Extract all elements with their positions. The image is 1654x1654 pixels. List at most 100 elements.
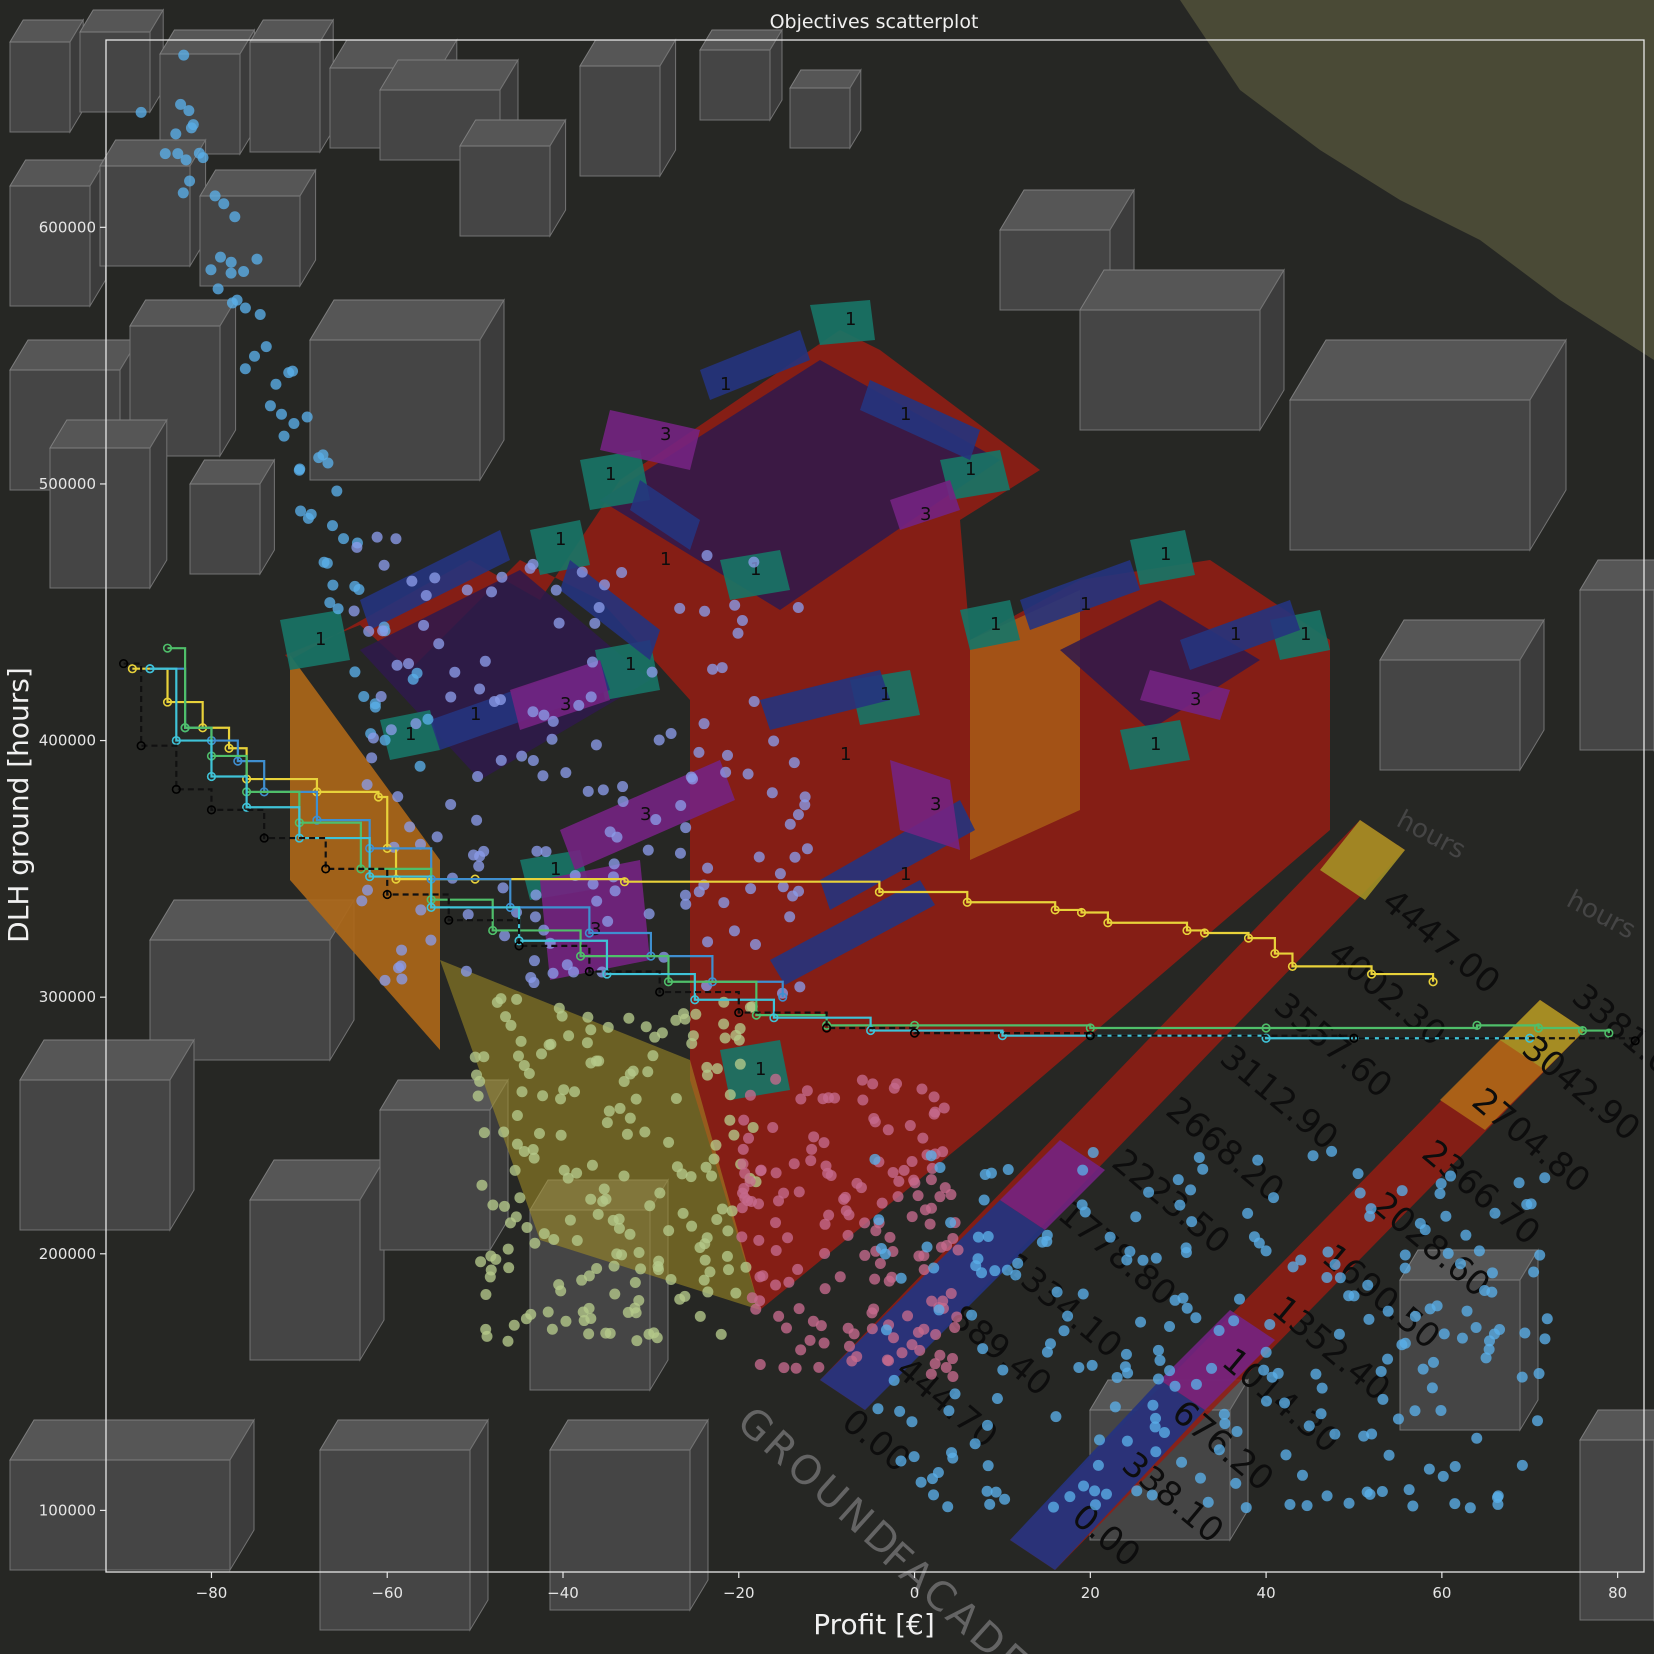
scatter-point <box>396 973 408 985</box>
front-line <box>149 667 784 998</box>
scatter-point <box>701 1061 713 1073</box>
scatter-point <box>720 766 732 778</box>
scatter-point <box>576 1274 588 1286</box>
scatter-point <box>866 1323 878 1335</box>
scatter-point <box>585 691 597 703</box>
scatter-point <box>801 843 813 855</box>
scatter-point <box>933 1304 945 1316</box>
scatter-point <box>1489 1207 1501 1219</box>
scatter-point <box>607 871 619 883</box>
scatter-point <box>1147 1399 1159 1411</box>
scatter-point <box>362 884 374 896</box>
scatter-point <box>904 1120 916 1132</box>
scatter-point <box>449 666 461 678</box>
scatter-point <box>371 531 383 543</box>
scatter-point <box>724 1089 736 1101</box>
scatter-point <box>583 1328 595 1340</box>
scatter-point <box>1197 1163 1209 1175</box>
scatter-point <box>358 691 370 703</box>
front-series-4 <box>118 658 1640 1046</box>
scatter-point <box>603 1105 615 1117</box>
x-tick-label: −40 <box>547 1584 579 1602</box>
scatter-point <box>704 1266 716 1278</box>
scatter-point <box>633 1247 645 1259</box>
scatter-point <box>943 1405 955 1417</box>
scatter-point <box>770 1244 782 1256</box>
scatter-point <box>918 1323 930 1335</box>
scatter-point <box>918 1264 930 1276</box>
scatter-point <box>1438 1328 1450 1340</box>
scatter-point <box>1242 1207 1254 1219</box>
scatter-point <box>1435 1404 1447 1416</box>
scatter-point <box>711 1214 723 1226</box>
scatter-point <box>1164 1365 1176 1377</box>
scatter-point <box>805 1155 817 1167</box>
scatter-point <box>375 691 387 703</box>
scatter-point <box>349 666 361 678</box>
scatter-point <box>390 533 402 545</box>
scatter-point <box>602 1021 614 1033</box>
scatter-point <box>478 1051 490 1063</box>
scatter-point <box>685 771 697 783</box>
scatter-point <box>680 822 692 834</box>
scatter-point <box>1492 1490 1504 1502</box>
scatter-point <box>511 993 523 1005</box>
scatter-point <box>729 599 741 611</box>
scatter-point <box>949 1388 961 1400</box>
scatter-point <box>1193 1152 1205 1164</box>
scatter-point <box>737 1143 749 1155</box>
scatter-point <box>480 1323 492 1335</box>
scatter-point <box>969 1438 981 1450</box>
scatter-point <box>487 1199 499 1211</box>
scatter-point <box>1181 1302 1193 1314</box>
scatter-point <box>1186 1216 1198 1228</box>
scatter-point <box>670 1093 682 1105</box>
scatter-point <box>1329 1428 1341 1440</box>
scatter-point <box>792 1263 804 1275</box>
scatter-point <box>721 749 733 761</box>
scatter-point <box>1092 1459 1104 1471</box>
scatter-point <box>749 938 761 950</box>
scatter-point <box>1354 1187 1366 1199</box>
scatter-point <box>793 885 805 897</box>
scatter-point <box>701 1232 713 1244</box>
scatter-point <box>1131 1485 1143 1497</box>
scatter-point <box>560 1315 572 1327</box>
scatter-point <box>966 1309 978 1321</box>
scatter-point <box>1437 1470 1449 1482</box>
scatter-point <box>719 1032 731 1044</box>
front-line <box>132 667 1435 982</box>
scatter-point <box>743 1132 755 1144</box>
scatter-point <box>1119 1361 1131 1373</box>
scatter-point <box>533 1128 545 1140</box>
scatter-point <box>1382 1353 1394 1365</box>
scatter-point <box>679 1013 691 1025</box>
scatter-point <box>1321 1272 1333 1284</box>
scatter-point <box>1435 1178 1447 1190</box>
scatter-point <box>1137 1254 1149 1266</box>
scatter-point <box>521 1221 533 1233</box>
scatter-point <box>212 283 224 295</box>
front-series-3 <box>145 664 1535 1043</box>
scatter-point <box>511 1138 523 1150</box>
scatter-point <box>820 1160 832 1172</box>
x-tick-label: 0 <box>910 1584 920 1602</box>
scatter-point <box>1252 1154 1264 1166</box>
scatter-point <box>722 1225 734 1237</box>
scatter-point <box>547 967 559 979</box>
plot-frame <box>105 39 1645 1573</box>
scatter-point <box>560 767 572 779</box>
scatter-point <box>1419 1224 1431 1236</box>
scatter-point <box>369 701 381 713</box>
scatter-point <box>1366 1428 1378 1440</box>
scatter-point <box>770 1073 782 1085</box>
scatter-point <box>928 1262 940 1274</box>
scatter-point <box>925 1368 937 1380</box>
scatter-point <box>915 1476 927 1488</box>
scatter-point <box>1315 1408 1327 1420</box>
scatter-point <box>949 1321 961 1333</box>
scatter-point <box>502 1243 514 1255</box>
scatter-point <box>586 656 598 668</box>
scatter-point <box>622 1306 634 1318</box>
scatter-point <box>1287 1261 1299 1273</box>
